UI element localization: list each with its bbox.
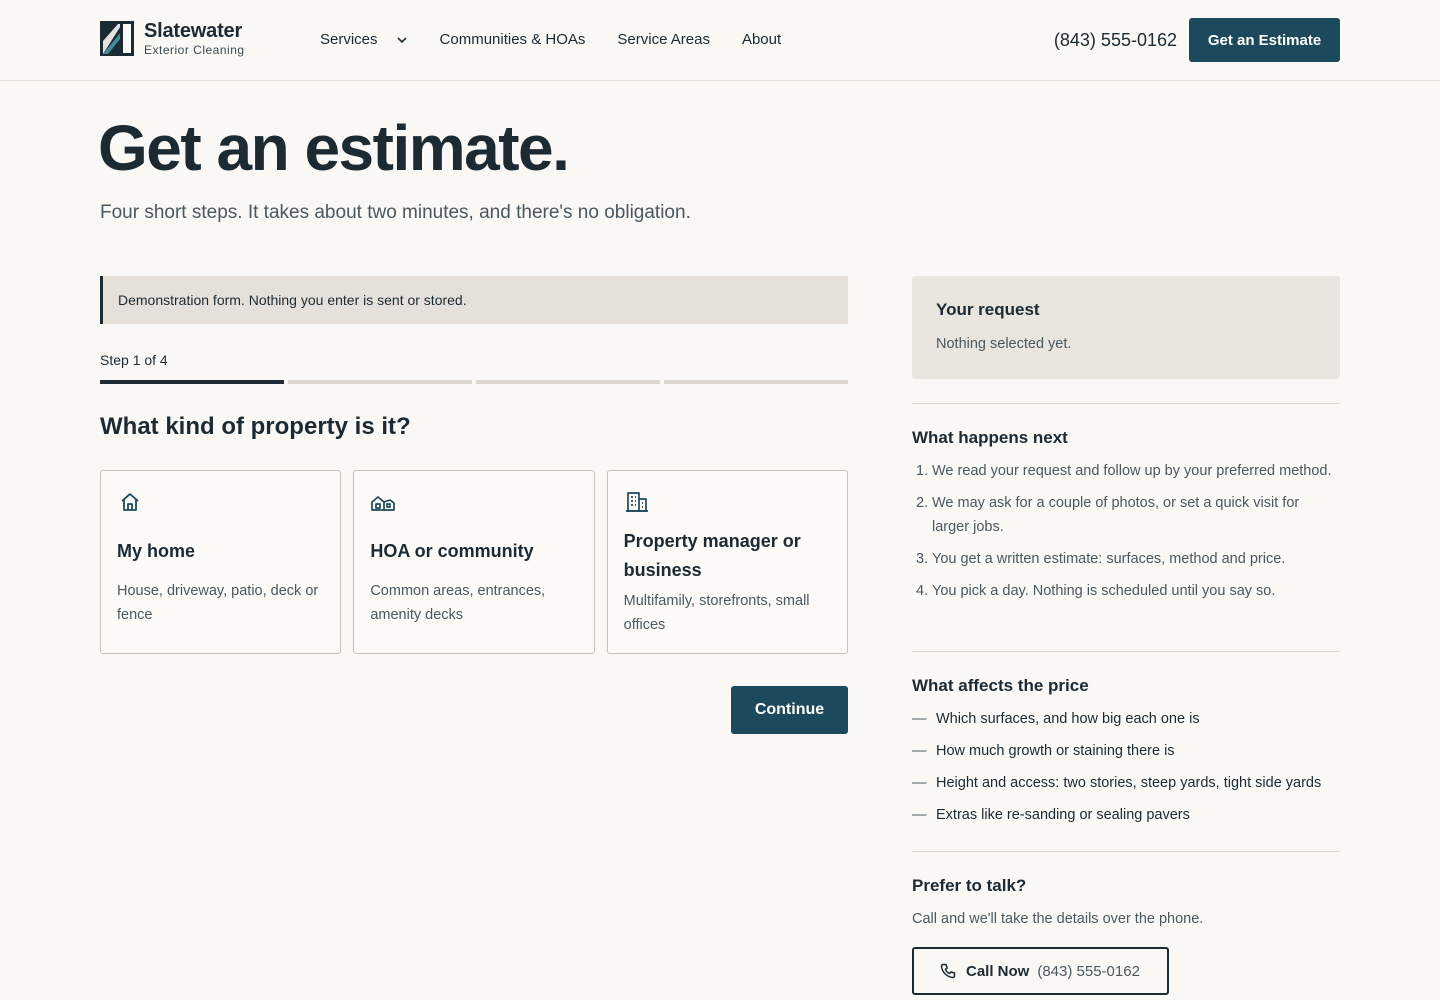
page-subtitle: Four short steps. It takes about two min… (100, 202, 691, 223)
brand-logo[interactable]: Slatewater Exterior Cleaning (100, 20, 245, 57)
list-item-text: We read your request and follow up by yo… (932, 463, 1332, 479)
list-item: 4. You pick a day. Nothing is scheduled u… (912, 579, 1340, 603)
community-icon (371, 496, 396, 511)
progress-segment-1 (100, 380, 284, 384)
nav-item-service-areas[interactable]: Service Areas (617, 30, 710, 50)
progress-segment-2 (288, 380, 472, 384)
nav-item-about[interactable]: About (742, 30, 781, 50)
continue-button[interactable]: Continue (731, 686, 848, 734)
list-item-text: Which surfaces, and how big each one is (936, 711, 1200, 727)
option-title: HOA or community (370, 541, 534, 561)
progress-segment-3 (476, 380, 660, 384)
option-my-home[interactable]: My home House, driveway, patio, deck or … (100, 470, 342, 654)
call-now-button[interactable]: Call Now (843) 555-0162 (912, 947, 1169, 995)
nav-item-label: Communities & HOAs (439, 31, 586, 48)
talk-heading: Prefer to talk? (912, 876, 1027, 895)
phone-icon (940, 963, 956, 979)
summary-empty-text: Nothing selected yet. (936, 336, 1072, 352)
brand-name: Slatewater (144, 20, 243, 42)
building-icon (625, 492, 648, 512)
list-item-text: Height and access: two stories, steep ya… (936, 775, 1322, 791)
nav-item-label: About (741, 31, 782, 48)
summary-title: Your request (936, 300, 1040, 319)
list-item-text: Extras like re-sanding or sealing pavers (936, 807, 1190, 823)
price-factors-heading: What affects the price (912, 676, 1089, 695)
option-description: Multifamily, storefronts, small offices (623, 593, 810, 633)
talk-description: Call and we'll take the details over the… (912, 911, 1204, 927)
list-item: 2. We may ask for a couple of photos, or … (912, 491, 1340, 539)
list-item-text: We may ask for a couple of photos, or se… (932, 495, 1300, 535)
step-question: What kind of property is it? (100, 413, 411, 440)
list-item: — Extras like re-sanding or sealing paver… (912, 803, 1340, 827)
option-property-manager[interactable]: Property manager or business Multifamily… (606, 470, 848, 654)
page-title: Get an estimate. (98, 112, 570, 184)
property-type-options: My home House, driveway, patio, deck or … (100, 470, 848, 654)
sidebar-divider (912, 651, 1340, 652)
nav-item-label: Services (320, 31, 378, 48)
header-phone-link[interactable]: (843) 555-0162 (1054, 28, 1177, 52)
brand-tagline: Exterior Cleaning (144, 43, 245, 57)
list-item-text: You pick a day. Nothing is scheduled unt… (932, 583, 1276, 599)
sidebar-divider (912, 403, 1340, 404)
call-now-label: Call Now (966, 962, 1030, 980)
progress-segment-4 (664, 380, 848, 384)
request-summary: Your request Nothing selected yet. (912, 276, 1340, 379)
next-steps-list: 1. We read your request and follow up by … (912, 459, 1340, 611)
list-item-text: You get a written estimate: surfaces, me… (932, 551, 1286, 567)
get-estimate-button[interactable]: Get an Estimate (1189, 18, 1340, 62)
demo-notice: Demonstration form. Nothing you enter is… (100, 276, 848, 324)
sidebar-divider (912, 851, 1340, 852)
list-item: 3. You get a written estimate: surfaces, … (912, 547, 1340, 571)
nav-item-services[interactable]: Services (320, 30, 408, 50)
chevron-down-icon (396, 37, 407, 44)
nav-item-communities[interactable]: Communities & HOAs (440, 30, 586, 50)
nav-item-label: Service Areas (617, 31, 710, 48)
main-nav: Services Communities & HOAs Service Area… (320, 30, 813, 50)
demo-notice-text: Demonstration form. Nothing you enter is… (118, 292, 467, 308)
step-indicator: Step 1 of 4 (100, 352, 168, 368)
price-factors-list: — Which surfaces, and how big each one is… (912, 707, 1340, 835)
list-item: — Which surfaces, and how big each one is (912, 707, 1340, 731)
option-hoa-community[interactable]: HOA or community Common areas, entrances… (353, 470, 595, 654)
list-item: 1. We read your request and follow up by … (912, 459, 1340, 483)
list-item: — Height and access: two stories, steep y… (912, 771, 1340, 795)
option-description: House, driveway, patio, deck or fence (117, 583, 319, 623)
slatewater-logo-icon (100, 21, 134, 56)
house-icon (121, 493, 139, 511)
call-now-number: (843) 555-0162 (1037, 962, 1140, 980)
option-title: My home (117, 541, 196, 561)
option-title: Property manager or business (623, 531, 801, 580)
step-progress-bar (100, 380, 848, 384)
list-item: — How much growth or staining there is (912, 739, 1340, 763)
option-description: Common areas, entrances, amenity decks (370, 583, 546, 623)
site-header: Slatewater Exterior Cleaning Services Co… (0, 0, 1440, 81)
list-item-text: How much growth or staining there is (936, 743, 1175, 759)
next-steps-heading: What happens next (912, 428, 1068, 447)
